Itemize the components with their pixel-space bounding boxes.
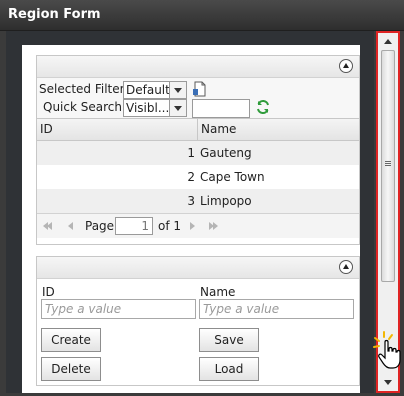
id-input[interactable]	[42, 300, 195, 318]
first-page-icon[interactable]	[47, 222, 52, 230]
column-divider	[197, 119, 198, 140]
form-canvas: Selected Filter: Default Quick Search: V…	[22, 45, 360, 393]
column-header-name[interactable]: Name	[201, 122, 236, 136]
collapse-edit-panel-icon[interactable]	[339, 260, 353, 274]
title-bar[interactable]: Region Form	[0, 0, 404, 31]
document-icon[interactable]	[192, 80, 208, 98]
id-field-label: ID	[42, 285, 55, 299]
table-row[interactable]: 3 Limpopo	[37, 189, 359, 213]
list-panel: Selected Filter: Default Quick Search: V…	[36, 55, 360, 245]
filter-area: Selected Filter: Default Quick Search: V…	[37, 78, 359, 118]
scrollbar-thumb[interactable]	[381, 50, 395, 282]
next-page-icon[interactable]	[190, 222, 195, 230]
name-input[interactable]	[200, 300, 353, 318]
table-row[interactable]: 2 Cape Town	[37, 165, 359, 189]
quick-search-input[interactable]	[192, 99, 250, 118]
grid-pager: Page 1 of 1	[37, 213, 359, 238]
cell-name: Gauteng	[200, 146, 252, 160]
region-grid: ID Name 1 Gauteng 2 Cape Town 3 Limpopo …	[37, 118, 359, 238]
scroll-up-icon[interactable]	[384, 39, 392, 44]
save-button[interactable]: Save	[199, 328, 259, 352]
previous-page-icon[interactable]	[68, 222, 73, 230]
last-page-icon[interactable]	[213, 222, 218, 230]
selected-filter-value: Default	[126, 83, 170, 97]
create-button[interactable]: Create	[41, 328, 101, 352]
selected-filter-label: Selected Filter:	[39, 82, 129, 96]
grip-icon	[385, 161, 391, 162]
cell-name: Cape Town	[200, 170, 265, 184]
edit-panel: ID Name Create Save Delete Load	[36, 256, 360, 386]
cell-id: 3	[187, 194, 195, 208]
quick-search-field-value: Visibl...	[126, 101, 170, 115]
cell-id: 1	[187, 146, 195, 160]
column-header-id[interactable]: ID	[40, 122, 53, 136]
table-row[interactable]: 1 Gauteng	[37, 141, 359, 165]
form-content-area: Selected Filter: Default Quick Search: V…	[6, 31, 374, 393]
page-number-input[interactable]: 1	[115, 217, 153, 235]
cell-name: Limpopo	[200, 194, 252, 208]
collapse-list-panel-icon[interactable]	[339, 59, 353, 73]
hand-cursor-icon	[373, 331, 401, 369]
scroll-down-icon[interactable]	[384, 380, 392, 385]
quick-search-field-dropdown[interactable]: Visibl...	[123, 99, 187, 117]
name-input-container	[199, 299, 354, 319]
chevron-down-icon[interactable]	[169, 82, 186, 98]
selected-filter-dropdown[interactable]: Default	[123, 81, 187, 99]
grid-header: ID Name	[37, 119, 359, 141]
list-panel-header	[37, 56, 359, 78]
edit-panel-header	[37, 257, 359, 279]
chevron-down-icon[interactable]	[169, 100, 186, 116]
refresh-icon[interactable]	[255, 99, 271, 115]
load-button[interactable]: Load	[199, 357, 259, 381]
cell-id: 2	[187, 170, 195, 184]
page-label: Page	[85, 219, 115, 233]
quick-search-label: Quick Search:	[43, 100, 127, 114]
window-title: Region Form	[8, 7, 101, 22]
region-form-window: Region Form Selected Filter: Default Qui…	[0, 0, 404, 396]
page-count-label: of 1	[158, 219, 182, 233]
name-field-label: Name	[200, 285, 236, 299]
delete-button[interactable]: Delete	[41, 357, 101, 381]
id-input-container	[41, 299, 196, 319]
